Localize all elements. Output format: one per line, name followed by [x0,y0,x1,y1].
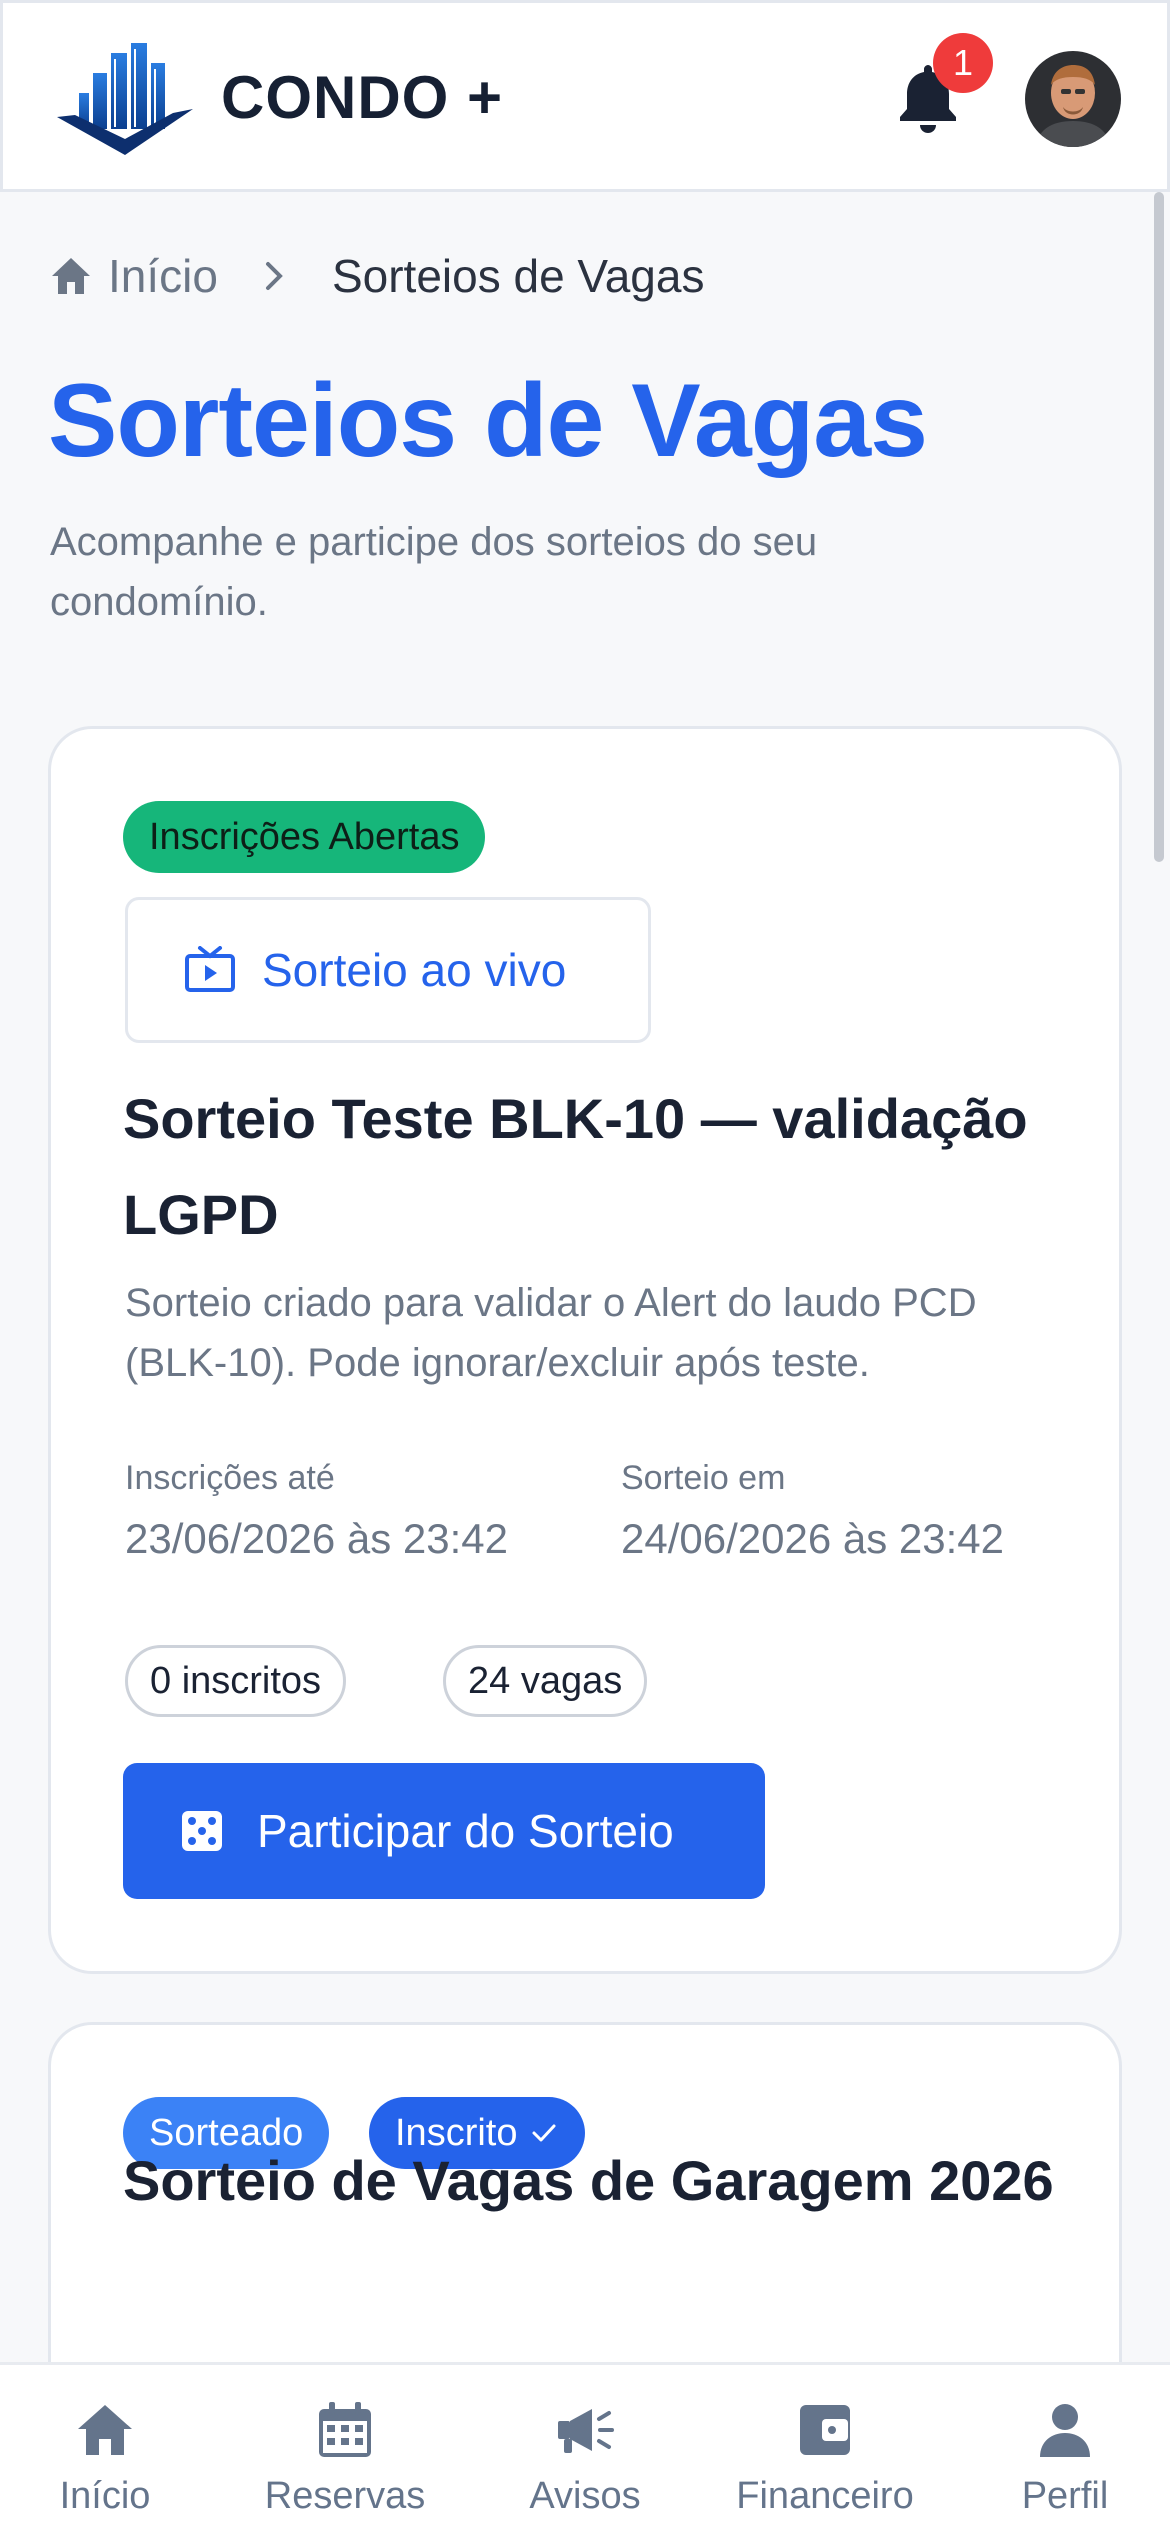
home-icon [52,258,90,294]
nav-label: Financeiro [736,2475,914,2517]
participate-button[interactable]: Participar do Sorteio [123,1763,765,1899]
breadcrumb-current: Sorteios de Vagas [331,250,705,302]
spots-count-badge: 24 vagas [443,1645,648,1717]
nav-item-profile[interactable]: Perfil [945,2399,1170,2518]
nav-label: Avisos [529,2475,641,2517]
nav-item-reservations[interactable]: Reservas [225,2399,465,2518]
home-icon [78,2405,132,2455]
dice-icon [182,1811,222,1851]
page-title: Sorteios de Vagas [48,363,928,479]
notification-badge: 1 [933,33,993,93]
page-subtitle: Acompanhe e participe dos sorteios do se… [50,520,818,624]
live-tv-icon [185,946,235,992]
scrollbar[interactable] [1154,192,1164,862]
registration-deadline-label: Inscrições até [125,1459,335,1497]
user-icon [1040,2404,1090,2457]
nav-label: Perfil [1021,2475,1109,2517]
draw-date-value: 24/06/2026 às 23:42 [621,1515,1005,1562]
brand-name: CONDO + [221,64,504,131]
nav-label: Reservas [264,2475,426,2517]
calendar-icon [319,2402,371,2457]
participate-label: Participar do Sorteio [257,1805,674,1857]
bottom-navigation: Início Reservas Avisos Financeiro Perfil [0,2362,1170,2532]
nav-label: Início [59,2475,151,2517]
enrolled-count-badge: 0 inscritos [125,1645,347,1717]
building-logo-icon[interactable] [55,39,195,157]
raffle-title: Sorteio Teste BLK-10 — validação LGPD [123,1087,1028,1246]
megaphone-icon [558,2409,614,2453]
draw-date-label: Sorteio em [621,1459,786,1497]
breadcrumb-home-link[interactable]: Início [108,249,218,303]
status-badge: Inscrições Abertas [123,801,486,873]
page: CONDO + 1 Início Sorteios de Vagas Sorte… [0,0,1170,2532]
nav-item-finance[interactable]: Financeiro [705,2399,945,2518]
live-draw-label: Sorteio ao vivo [262,944,567,996]
app-header: CONDO + 1 [0,0,1170,192]
wallet-icon [800,2405,850,2455]
avatar[interactable] [1025,51,1121,147]
registration-deadline-value: 23/06/2026 às 23:42 [125,1515,509,1562]
raffle-card: Inscrições Abertas Sorteio ao vivo Sorte… [48,726,1122,1974]
raffle-description: Sorteio criado para validar o Alert do l… [125,1281,977,1385]
live-draw-button[interactable]: Sorteio ao vivo [125,897,651,1043]
user-photo-icon [1025,51,1121,147]
nav-item-notices[interactable]: Avisos [465,2399,705,2518]
breadcrumb: Início Sorteios de Vagas [50,246,704,306]
raffle-title: Sorteio de Vagas de Garagem 2026 [123,2149,1054,2212]
chevron-right-icon [265,262,283,290]
nav-item-home[interactable]: Início [0,2399,225,2518]
